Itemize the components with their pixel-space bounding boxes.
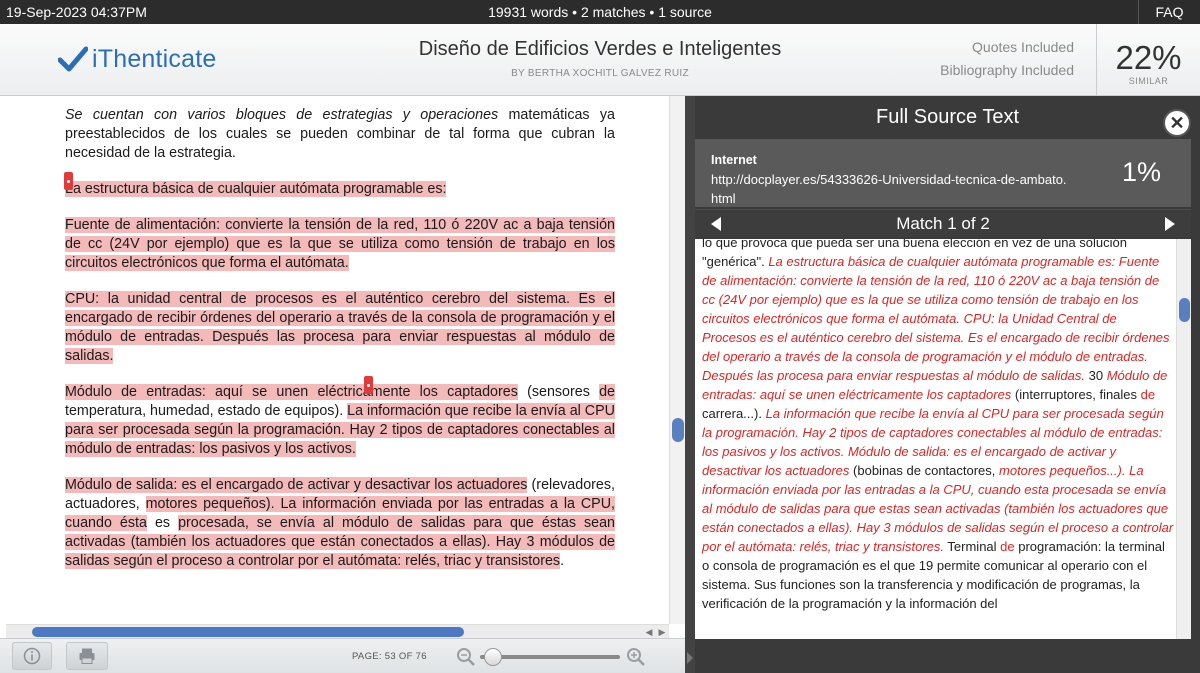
similarity-label: SIMILAR: [1128, 76, 1169, 86]
zoom-in-icon[interactable]: [626, 647, 646, 667]
checkmark-icon: [58, 46, 88, 72]
text-span: carrera...).: [702, 406, 766, 421]
source-text: lo que provoca que pueda ser una buena e…: [702, 239, 1174, 613]
match-marker[interactable]: [364, 376, 373, 394]
matched-text: La estructura básica de cualquier autóma…: [702, 254, 1170, 383]
similarity-percent: 22%: [1115, 39, 1182, 76]
bibliography-filter[interactable]: Bibliography Included: [940, 62, 1074, 78]
source-type: Internet: [711, 153, 757, 167]
expand-arrow-icon[interactable]: [687, 652, 693, 664]
document-toolbar: PAGE: 53 OF 76: [0, 638, 685, 673]
document-paragraph: La estructura básica de cualquier autóma…: [65, 180, 615, 199]
matched-text: de: [1140, 387, 1156, 402]
source-text-viewer[interactable]: lo que provoca que pueda ser una buena e…: [695, 239, 1191, 639]
top-status-bar: 19-Sep-2023 04:37PM 19931 words • 2 matc…: [0, 0, 1200, 24]
match-highlight[interactable]: Módulo de entradas: aquí se unen eléctri…: [65, 384, 518, 400]
document-author: BY BERTHA XOCHITL GALVEZ RUIZ: [511, 68, 689, 79]
match-counter: Match 1 of 2: [896, 214, 990, 233]
logo-text: iThenticate: [92, 44, 217, 73]
document-paragraph: Se cuentan con varios bloques de estrate…: [65, 106, 615, 163]
document-paragraph: Fuente de alimentación: convierte la ten…: [65, 216, 615, 273]
close-button[interactable]: ✕: [1163, 109, 1191, 137]
text-span: 30: [1085, 368, 1107, 383]
text-span: temperatura, humedad, estado de equipos)…: [65, 403, 348, 419]
print-icon: [79, 648, 95, 664]
zoom-handle[interactable]: [484, 648, 502, 666]
scroll-thumb[interactable]: [1179, 298, 1190, 322]
matched-text: de: [1000, 539, 1015, 554]
similarity-score[interactable]: 22% SIMILAR: [1096, 24, 1200, 96]
match-highlight[interactable]: de: [599, 384, 615, 400]
match-highlight[interactable]: CPU: la unidad central de procesos es el…: [65, 291, 615, 364]
source-url[interactable]: http://docplayer.es/54333626-Universidad…: [711, 170, 1071, 208]
page-indicator: PAGE: 53 OF 76: [352, 651, 427, 662]
document-vertical-scrollbar[interactable]: [669, 96, 685, 624]
source-pane: Full Source Text ✕ Internet http://docpl…: [685, 96, 1200, 673]
document-paragraph: CPU: la unidad central de procesos es el…: [65, 290, 615, 366]
zoom-out-icon[interactable]: [456, 647, 476, 667]
document-paragraph: Módulo de entradas: aquí se unen eléctri…: [65, 383, 615, 459]
report-stats: 19931 words • 2 matches • 1 source: [488, 4, 712, 20]
match-highlight[interactable]: Módulo de salida: es el encargado de act…: [65, 477, 528, 493]
document-pane: Se cuentan con varios bloques de estrate…: [0, 96, 685, 673]
source-vertical-scrollbar[interactable]: [1176, 239, 1191, 639]
text-span: (bobinas de contactores,: [849, 463, 1000, 478]
source-info: Internet http://docplayer.es/54333626-Un…: [695, 139, 1191, 207]
info-button[interactable]: [12, 642, 52, 670]
document-title: Diseño de Edificios Verdes e Inteligente…: [418, 38, 782, 60]
text-span: .: [560, 553, 565, 569]
scroll-right-icon[interactable]: ▶: [655, 625, 669, 639]
text-span: (interruptores, finales: [1011, 387, 1141, 402]
scroll-thumb[interactable]: [32, 627, 464, 637]
text-span: Terminal: [944, 539, 1001, 554]
scroll-left-icon[interactable]: ◀: [642, 625, 656, 639]
text-span: (sensores: [517, 384, 600, 400]
text-span: es: [146, 515, 179, 531]
ithenticate-logo: iThenticate: [58, 42, 217, 76]
scroll-thumb[interactable]: [672, 418, 684, 442]
source-pane-title: Full Source Text: [875, 106, 1020, 128]
source-percent: 1%: [1121, 157, 1161, 187]
document-paragraph: Módulo de salida: es el encargado de act…: [65, 476, 616, 571]
text-span: Se cuentan con varios bloques de estrate…: [65, 107, 499, 123]
match-highlight[interactable]: La estructura básica de cualquier autóma…: [65, 181, 447, 197]
document-horizontal-scrollbar[interactable]: ◀ ▶: [6, 624, 669, 638]
ithenticate-viewer: 19-Sep-2023 04:37PM 19931 words • 2 matc…: [0, 0, 1200, 673]
quotes-filter[interactable]: Quotes Included: [972, 39, 1074, 55]
document-text: Se cuentan con varios bloques de estrate…: [65, 106, 616, 571]
close-icon: ✕: [1169, 113, 1185, 133]
info-icon: [23, 647, 41, 665]
match-highlight[interactable]: Fuente de alimentación: convierte la ten…: [65, 217, 615, 271]
print-button[interactable]: [66, 642, 108, 670]
zoom-slider[interactable]: [456, 645, 646, 667]
next-match-icon[interactable]: [1165, 217, 1175, 231]
report-header: iThenticate Diseño de Edificios Verdes e…: [0, 24, 1200, 96]
pane-divider[interactable]: [685, 96, 695, 673]
match-navigator: Match 1 of 2: [695, 209, 1191, 237]
match-marker[interactable]: [64, 172, 73, 190]
faq-link[interactable]: FAQ: [1138, 0, 1200, 24]
